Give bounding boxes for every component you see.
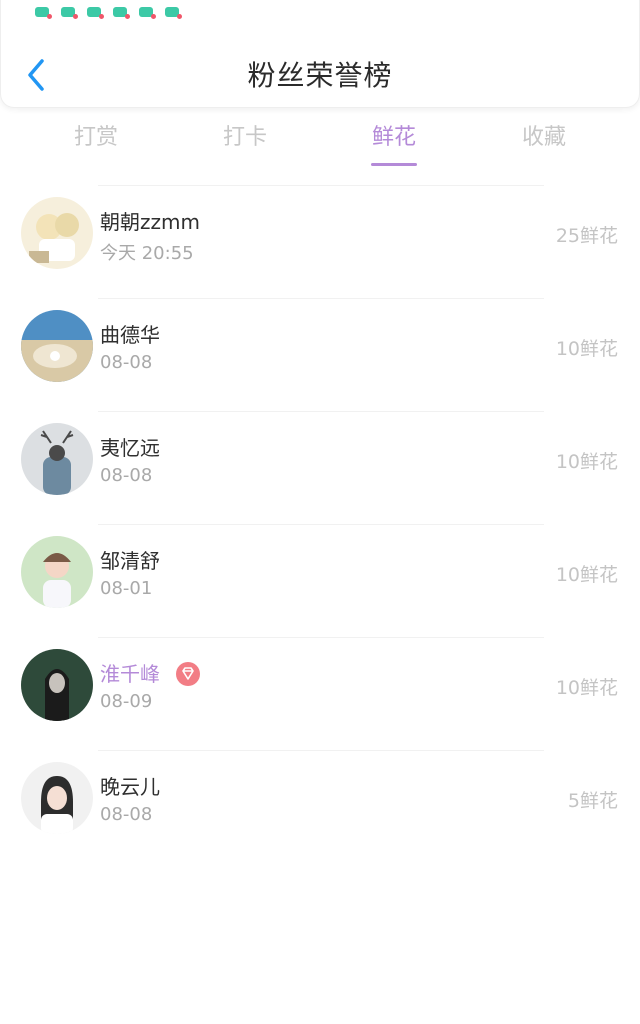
page-title: 粉丝荣誉榜 xyxy=(247,59,393,92)
fan-date: 今天 20:55 xyxy=(100,243,194,264)
divider xyxy=(98,185,544,186)
tab-label: 收藏 xyxy=(521,125,566,150)
divider xyxy=(98,524,544,525)
divider xyxy=(98,637,544,638)
list-item[interactable]: 晚云儿 08-08 5鲜花 xyxy=(0,750,640,863)
flower-count: 10鲜花 xyxy=(555,564,618,586)
fan-name-text: 淮千峰 xyxy=(100,662,160,686)
fan-name: 夷忆远 xyxy=(100,436,160,460)
app-notification-icon xyxy=(87,7,104,19)
fan-name: 淮千峰 xyxy=(100,658,201,688)
app-notification-icon xyxy=(165,7,182,19)
fan-date: 08-09 xyxy=(100,691,153,712)
fan-name: 朝朝zzmm xyxy=(100,210,200,234)
tab-label: 打赏 xyxy=(73,125,118,150)
fan-date: 08-08 xyxy=(100,465,153,486)
flower-count: 25鲜花 xyxy=(555,225,618,247)
tab-checkin[interactable]: 打卡 xyxy=(185,118,305,168)
app-notification-icon xyxy=(139,7,156,19)
list-item[interactable]: 夷忆远 08-08 10鲜花 xyxy=(0,411,640,524)
list-item[interactable]: 曲德华 08-08 10鲜花 xyxy=(0,298,640,411)
app-notification-icon xyxy=(35,7,52,19)
tab-flowers[interactable]: 鲜花 xyxy=(334,118,454,168)
divider xyxy=(98,750,544,751)
notification-icons xyxy=(35,7,182,19)
avatar[interactable] xyxy=(21,649,93,721)
fan-date: 08-08 xyxy=(100,804,153,825)
fan-date: 08-08 xyxy=(100,352,153,373)
tab-bar: 打赏 打卡 鲜花 收藏 xyxy=(0,118,640,172)
app-notification-icon xyxy=(113,7,130,19)
avatar[interactable] xyxy=(21,536,93,608)
divider xyxy=(98,298,544,299)
top-bar: 粉丝荣誉榜 xyxy=(0,0,640,108)
list-item[interactable]: 朝朝zzmm 今天 20:55 25鲜花 xyxy=(0,185,640,298)
list-item[interactable]: 邹清舒 08-01 10鲜花 xyxy=(0,524,640,637)
app-notification-icon xyxy=(61,7,78,19)
tab-label: 鲜花 xyxy=(371,125,416,150)
flower-count: 10鲜花 xyxy=(555,338,618,360)
divider xyxy=(98,411,544,412)
tab-label: 打卡 xyxy=(222,125,267,150)
flower-count: 10鲜花 xyxy=(555,677,618,699)
active-tab-indicator xyxy=(371,163,417,166)
fan-date: 08-01 xyxy=(100,578,153,599)
fan-name: 晚云儿 xyxy=(100,775,160,799)
avatar[interactable] xyxy=(21,310,93,382)
diamond-icon xyxy=(176,661,201,686)
avatar[interactable] xyxy=(21,762,93,834)
flower-count: 10鲜花 xyxy=(555,451,618,473)
list-item[interactable]: 淮千峰 08-09 10鲜花 xyxy=(0,637,640,750)
tab-favorites[interactable]: 收藏 xyxy=(484,118,604,168)
avatar[interactable] xyxy=(21,197,93,269)
status-bar xyxy=(1,0,640,28)
fan-name: 邹清舒 xyxy=(100,549,160,573)
fan-name: 曲德华 xyxy=(100,323,160,347)
avatar[interactable] xyxy=(21,423,93,495)
fan-ranking-list: 朝朝zzmm 今天 20:55 25鲜花 曲德华 08-08 10鲜花 夷忆远 … xyxy=(0,185,640,863)
flower-count: 5鲜花 xyxy=(567,790,618,812)
tab-reward[interactable]: 打赏 xyxy=(36,118,156,168)
